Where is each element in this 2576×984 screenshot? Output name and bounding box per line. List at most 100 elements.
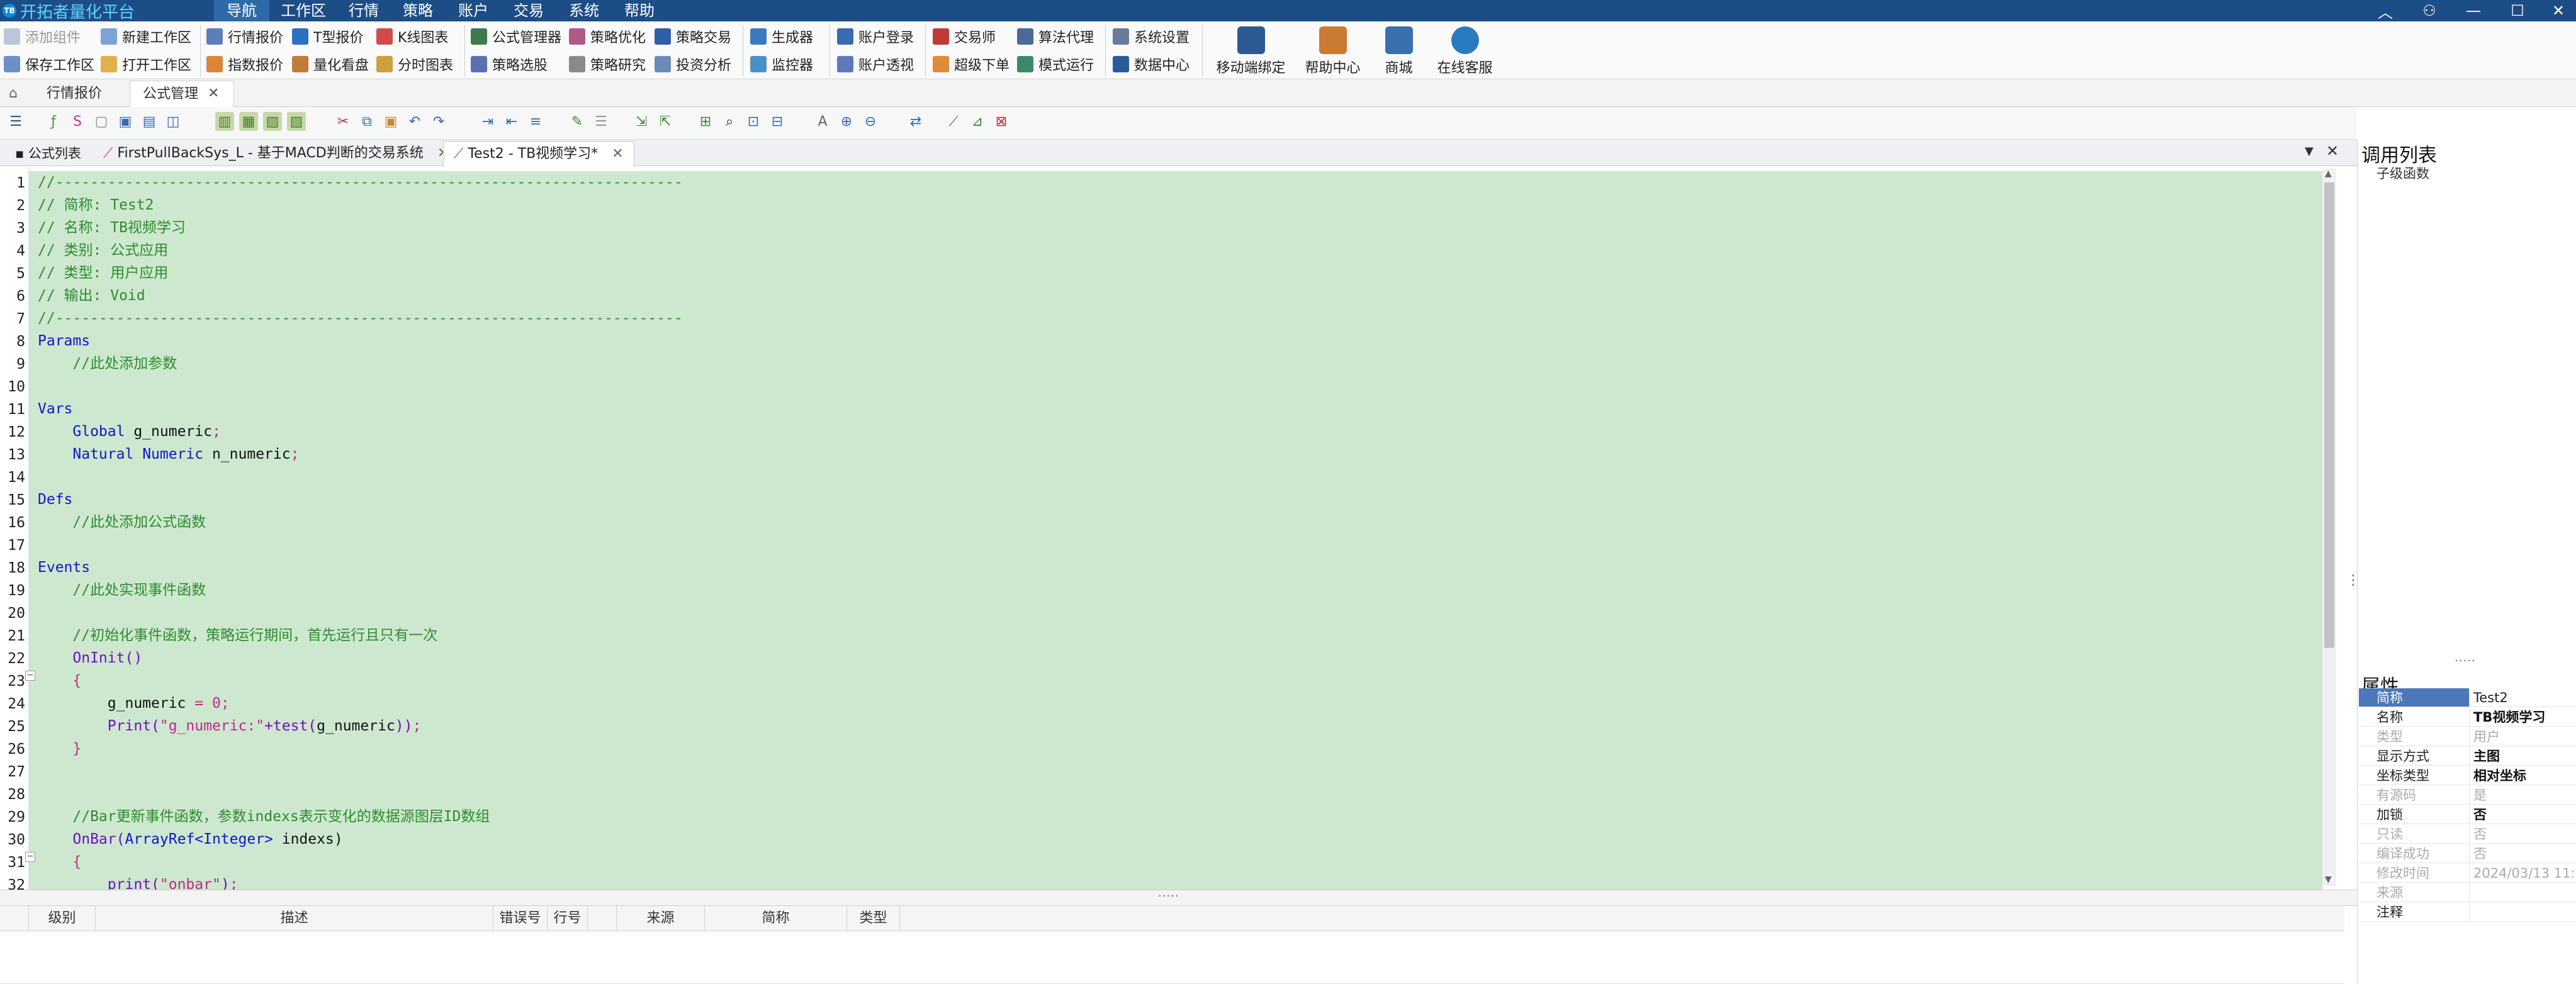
property-row[interactable]: 只读否: [2359, 825, 2576, 844]
output-list[interactable]: [0, 931, 2344, 984]
property-row[interactable]: 显示方式 主图: [2359, 747, 2576, 766]
code-line[interactable]: Vars: [38, 398, 82, 420]
account-view-button[interactable]: 账户透视: [837, 52, 914, 77]
account-login-button[interactable]: 账户登录: [837, 24, 914, 49]
minimize-icon[interactable]: —: [2455, 0, 2492, 21]
scroll-down-icon[interactable]: ▼: [2325, 875, 2332, 885]
code-line[interactable]: Defs: [38, 488, 82, 511]
code-line[interactable]: // 类别: 公式应用: [38, 239, 177, 262]
index-quote-button[interactable]: 指数报价: [206, 52, 283, 77]
super-order-button[interactable]: 超级下单: [933, 52, 1010, 77]
quote-button[interactable]: 行情报价: [206, 24, 283, 49]
col-description[interactable]: 描述: [96, 906, 493, 931]
property-row[interactable]: 编译成功否: [2359, 844, 2576, 863]
font-icon[interactable]: A: [813, 112, 832, 131]
property-row[interactable]: 类型 用户: [2359, 727, 2576, 746]
add-formula-icon[interactable]: ƒ: [44, 112, 63, 131]
splitter-grip[interactable]: ·····: [1158, 890, 1179, 903]
tab-quotes[interactable]: 行情报价: [34, 81, 115, 107]
property-row[interactable]: 加锁否: [2359, 805, 2576, 824]
uncomment-icon[interactable]: ☰: [592, 112, 610, 131]
generator-button[interactable]: 生成器: [750, 24, 813, 49]
kline-chart-button[interactable]: K线图表: [376, 24, 448, 49]
code-line[interactable]: // 输出: Void: [38, 284, 154, 307]
data-center-button[interactable]: 数据中心: [1113, 52, 1190, 77]
menu-account[interactable]: 账户: [446, 0, 501, 21]
code-line[interactable]: {: [38, 669, 91, 692]
menu-quotes[interactable]: 行情: [336, 0, 391, 21]
formula-manager-button[interactable]: 公式管理器: [471, 24, 561, 49]
col-source[interactable]: 来源: [617, 906, 705, 931]
zoom-in-icon[interactable]: ⊕: [837, 112, 856, 131]
property-value[interactable]: 否: [2470, 825, 2576, 843]
code-line[interactable]: OnInit(): [38, 647, 152, 669]
code-line[interactable]: Natural Numeric n_numeric;: [38, 443, 308, 466]
add-component-button[interactable]: 添加组件: [4, 24, 81, 49]
property-row[interactable]: 有源码是: [2359, 786, 2576, 805]
code-line[interactable]: Events: [38, 556, 99, 579]
undo-icon[interactable]: ↶: [405, 112, 424, 131]
panel-splitter[interactable]: ·····: [2455, 654, 2476, 668]
menu-nav[interactable]: 导航: [214, 0, 269, 21]
property-value[interactable]: [2470, 883, 2576, 902]
fold-toggle-icon[interactable]: −: [25, 671, 35, 681]
menu-list-icon[interactable]: ☰: [6, 112, 25, 131]
property-value[interactable]: TB视频学习: [2470, 708, 2576, 726]
algo-agent-button[interactable]: 算法代理: [1017, 24, 1094, 49]
code-line[interactable]: {: [38, 851, 91, 873]
menu-strategy[interactable]: 策略: [390, 0, 446, 21]
trader-button[interactable]: 交易师: [933, 24, 996, 49]
fold-toggle-icon[interactable]: −: [25, 852, 35, 862]
menu-workspace[interactable]: 工作区: [268, 0, 339, 21]
property-value[interactable]: 否: [2470, 844, 2576, 863]
tab-firstpullback[interactable]: ⟋ FirstPullBackSys_L - 基于MACD判断的交易系统✕: [93, 141, 459, 166]
quant-board-button[interactable]: 量化看盘: [292, 52, 369, 77]
paste-icon[interactable]: ▣: [381, 112, 400, 131]
new-file-icon[interactable]: ▢: [92, 112, 111, 131]
refresh-icon[interactable]: ⇄: [906, 112, 925, 131]
call-list-item[interactable]: 子级函数: [2376, 164, 2429, 182]
code-line[interactable]: Params: [38, 330, 99, 352]
add-strategy-icon[interactable]: S: [68, 112, 87, 131]
system-settings-button[interactable]: 系统设置: [1113, 24, 1190, 49]
strategy-trade-button[interactable]: 策略交易: [655, 24, 731, 49]
time-chart-button[interactable]: 分时图表: [376, 52, 453, 77]
property-value[interactable]: 主图: [2470, 747, 2576, 765]
maximize-icon[interactable]: ☐: [2499, 0, 2536, 21]
collapse-ribbon-icon[interactable]: ︿: [2366, 0, 2404, 21]
save-all-icon[interactable]: ◫: [164, 112, 183, 131]
layout-3-icon[interactable]: ▧: [263, 112, 282, 131]
find-icon[interactable]: ⌕: [720, 112, 739, 131]
chart-add-icon[interactable]: ⊿: [968, 112, 987, 131]
col-line-no[interactable]: 行号: [548, 906, 588, 931]
save-file-icon[interactable]: ▤: [140, 112, 159, 131]
strategy-optimize-button[interactable]: 策略优化: [569, 24, 646, 49]
tab-formula-list[interactable]: ▪ 公式列表: [5, 141, 91, 166]
tab-close-icon[interactable]: ✕: [208, 86, 219, 101]
tab-dropdown-icon[interactable]: ▼: [2305, 145, 2314, 158]
new-workspace-button[interactable]: 新建工作区: [101, 24, 191, 49]
code-line[interactable]: }: [38, 737, 91, 760]
tab-close-icon[interactable]: ✕: [612, 146, 623, 162]
strategy-research-button[interactable]: 策略研究: [569, 52, 646, 77]
comment-icon[interactable]: ≡: [526, 112, 545, 131]
code-line[interactable]: //--------------------------------------…: [38, 307, 692, 330]
export-icon[interactable]: ⇱: [656, 112, 675, 131]
chart-icon[interactable]: ⟋: [944, 112, 963, 131]
property-row[interactable]: 名称 TB视频学习: [2359, 708, 2576, 727]
property-row[interactable]: 来源: [2359, 883, 2576, 902]
open-workspace-button[interactable]: 打开工作区: [101, 52, 191, 77]
import-icon[interactable]: ⇲: [632, 112, 651, 131]
user-icon[interactable]: ⚇: [2410, 0, 2448, 21]
mode-run-button[interactable]: 模式运行: [1017, 52, 1094, 77]
home-icon[interactable]: ⌂: [9, 86, 18, 101]
outdent-icon[interactable]: ⇤: [502, 112, 521, 131]
compile-icon[interactable]: ⊞: [696, 112, 715, 131]
strategy-select-button[interactable]: 策略选股: [471, 52, 548, 77]
menu-trade[interactable]: 交易: [501, 0, 556, 21]
code-line[interactable]: Global g_numeric;: [38, 420, 230, 443]
menu-system[interactable]: 系统: [556, 0, 612, 21]
code-line[interactable]: //此处添加公式函数: [38, 511, 215, 534]
property-value[interactable]: 相对坐标: [2470, 766, 2576, 785]
col-short-name[interactable]: 简称: [705, 906, 847, 931]
